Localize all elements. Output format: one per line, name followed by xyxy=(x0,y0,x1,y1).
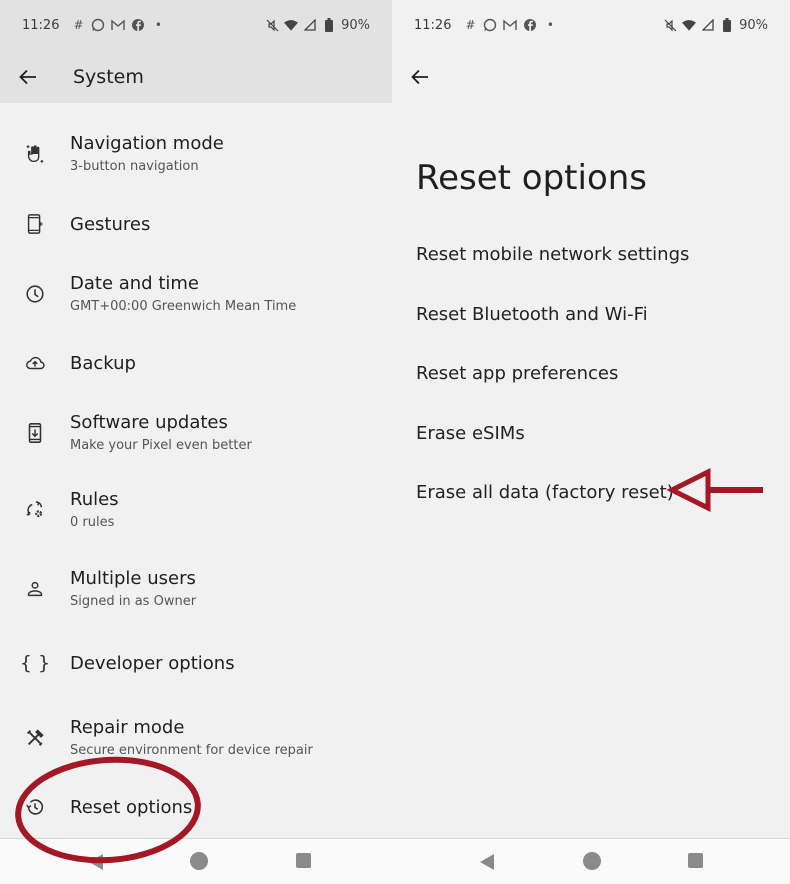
rules-icon xyxy=(0,499,70,521)
facebook-icon xyxy=(131,18,145,32)
page-title: Reset options xyxy=(416,158,648,198)
phone-gesture-icon xyxy=(0,213,70,235)
item-title: Software updates xyxy=(70,412,228,433)
item-subtitle: 3-button navigation xyxy=(70,159,199,174)
status-time: 11:26 xyxy=(414,17,452,33)
person-icon xyxy=(0,578,70,600)
item-subtitle: Make your Pixel even better xyxy=(70,438,252,453)
setting-gestures[interactable]: Gestures xyxy=(0,213,150,235)
slack-icon: # xyxy=(465,18,476,32)
setting-multiple-users[interactable]: Multiple users Signed in as Owner xyxy=(0,568,196,609)
setting-backup[interactable]: Backup xyxy=(0,352,136,374)
system-settings-list: Navigation mode 3-button navigation Gestu… xyxy=(0,103,392,818)
setting-date-time[interactable]: Date and time GMT+00:00 Greenwich Mean Ti… xyxy=(0,273,296,314)
status-bar: 11:26 # • 90% xyxy=(392,0,790,50)
back-button[interactable] xyxy=(0,50,56,103)
nav-home-button[interactable] xyxy=(582,851,602,875)
wifi-icon xyxy=(284,18,299,32)
more-dot-icon: • xyxy=(546,18,554,32)
clock-icon xyxy=(0,283,70,305)
back-button[interactable] xyxy=(392,50,448,103)
item-subtitle: Signed in as Owner xyxy=(70,594,197,609)
code-braces-icon: { } xyxy=(19,652,51,674)
nav-back-button[interactable] xyxy=(88,853,104,875)
setting-developer-options[interactable]: { } Developer options xyxy=(0,652,235,674)
arrow-back-icon xyxy=(411,69,428,84)
mute-icon xyxy=(663,18,677,32)
battery-icon xyxy=(322,18,336,32)
reset-options-screen: 11:26 # • 90% Reset options Reset mobile… xyxy=(392,0,790,884)
nav-recents-button[interactable] xyxy=(296,853,311,872)
item-title: Navigation mode xyxy=(70,133,224,154)
more-dot-icon: • xyxy=(154,18,162,32)
item-title: Repair mode xyxy=(70,717,185,738)
item-title: Date and time xyxy=(70,273,199,294)
reset-mobile-network-option[interactable]: Reset mobile network settings xyxy=(416,225,790,285)
arrow-back-icon xyxy=(19,69,36,84)
battery-icon xyxy=(720,18,734,32)
cloud-upload-icon xyxy=(0,352,70,374)
signal-icon xyxy=(303,18,317,32)
system-update-icon xyxy=(0,422,70,444)
status-bar: 11:26 # • 90% xyxy=(0,0,392,50)
slack-icon: # xyxy=(73,18,84,32)
nav-home-icon xyxy=(190,852,208,870)
wifi-icon xyxy=(682,18,697,32)
nav-back-icon xyxy=(89,854,103,870)
item-title: Backup xyxy=(70,352,136,374)
gesture-hand-icon xyxy=(0,143,70,165)
nav-home-icon xyxy=(583,852,601,870)
item-title: Developer options xyxy=(70,652,235,674)
nav-recents-button[interactable] xyxy=(688,853,703,872)
system-settings-screen: 11:26 # • 90% System Navigation mode 3-bu… xyxy=(0,0,392,884)
repair-tools-icon xyxy=(0,727,70,749)
item-title: Gestures xyxy=(70,213,151,235)
item-title: Multiple users xyxy=(70,568,196,589)
item-title: Reset options xyxy=(70,796,193,818)
item-subtitle: Secure environment for device repair xyxy=(70,743,313,758)
item-title: Rules xyxy=(70,489,119,510)
whatsapp-icon xyxy=(483,18,497,32)
erase-esims-option[interactable]: Erase eSIMs xyxy=(416,404,790,464)
battery-percent: 90% xyxy=(341,17,370,33)
nav-back-icon xyxy=(480,854,494,870)
nav-recents-icon xyxy=(688,853,703,868)
setting-repair-mode[interactable]: Repair mode Secure environment for device… xyxy=(0,717,313,758)
history-icon xyxy=(0,796,70,818)
reset-app-preferences-option[interactable]: Reset app preferences xyxy=(416,344,790,404)
battery-percent: 90% xyxy=(739,17,768,33)
setting-reset-options[interactable]: Reset options xyxy=(0,796,192,818)
item-subtitle: GMT+00:00 Greenwich Mean Time xyxy=(70,299,297,314)
page-title: System xyxy=(73,65,144,88)
mute-icon xyxy=(265,18,279,32)
setting-software-updates[interactable]: Software updates Make your Pixel even bet… xyxy=(0,412,252,453)
nav-back-button[interactable] xyxy=(479,853,495,875)
reset-bluetooth-wifi-option[interactable]: Reset Bluetooth and Wi-Fi xyxy=(416,285,790,345)
facebook-icon xyxy=(523,18,537,32)
system-navigation-bar xyxy=(0,838,392,884)
reset-options-list: Reset mobile network settings Reset Blue… xyxy=(392,225,790,523)
gmail-icon xyxy=(111,18,126,32)
setting-navigation-mode[interactable]: Navigation mode 3-button navigation xyxy=(0,133,224,174)
factory-reset-option[interactable]: Erase all data (factory reset) xyxy=(416,463,790,523)
whatsapp-icon xyxy=(91,18,105,32)
system-navigation-bar xyxy=(392,838,790,884)
item-subtitle: 0 rules xyxy=(70,515,115,530)
gmail-icon xyxy=(503,18,518,32)
nav-recents-icon xyxy=(296,853,311,868)
status-time: 11:26 xyxy=(22,17,60,33)
setting-rules[interactable]: Rules 0 rules xyxy=(0,489,119,530)
signal-icon xyxy=(701,18,715,32)
app-bar: System xyxy=(0,50,392,103)
app-bar xyxy=(392,50,790,103)
nav-home-button[interactable] xyxy=(189,851,209,875)
